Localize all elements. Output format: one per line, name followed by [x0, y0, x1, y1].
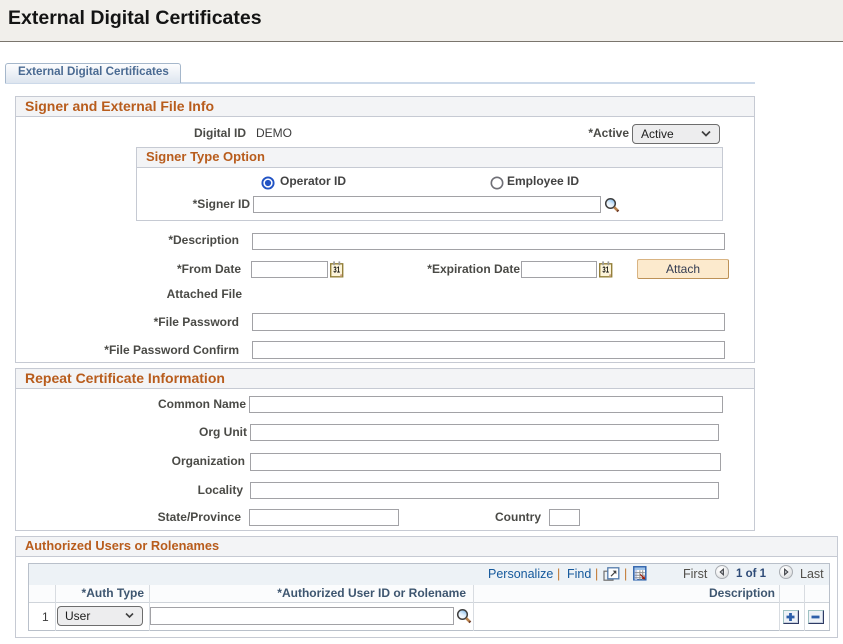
svg-text:31: 31 — [602, 265, 609, 274]
